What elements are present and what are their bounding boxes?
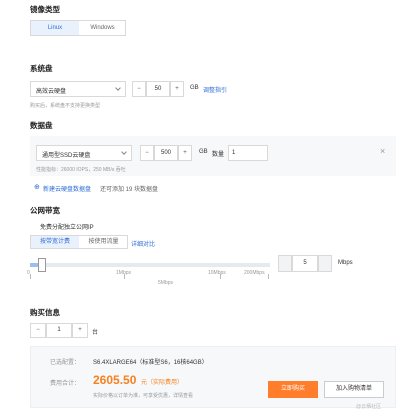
add-data-disk-note: 还可添加 19 块数据盘: [100, 187, 159, 193]
config-value: S6.4XLARGE64（标准型S6，16核64GB）: [93, 360, 208, 366]
bandwidth-minus-button[interactable]: [278, 255, 292, 272]
price-note: 实际价格以订单为准，可享受优惠，详情查看: [93, 393, 194, 399]
buy-now-button[interactable]: 立即购买: [268, 381, 318, 398]
data-disk-size-input[interactable]: 500: [154, 145, 178, 161]
purchase-heading: 购买信息: [30, 308, 60, 317]
config-label: 已选配置：: [50, 360, 81, 366]
system-disk-size-input[interactable]: 50: [146, 81, 170, 97]
bandwidth-unit: Mbps: [338, 260, 353, 266]
tab-traffic-billing[interactable]: 按使用流量: [79, 236, 128, 248]
total-price: 2605.50: [93, 373, 137, 387]
add-data-disk-link[interactable]: 新建云硬盘数据盘: [43, 184, 91, 193]
data-disk-qty-input[interactable]: 1: [228, 145, 268, 161]
data-disk-plus-button[interactable]: +: [178, 145, 192, 161]
data-disk-perf: 性能指标：26000 IOPS，250 MB/s 吞吐: [36, 167, 126, 173]
system-disk-plus-button[interactable]: +: [170, 81, 184, 97]
slider-label-0: 0: [27, 270, 30, 276]
data-disk-minus-button[interactable]: −: [140, 145, 154, 161]
slider-label-1: 1Mbps: [116, 270, 132, 276]
slider-handle[interactable]: [38, 258, 46, 272]
bandwidth-slider[interactable]: [30, 258, 270, 272]
quantity-input[interactable]: 1: [46, 323, 72, 338]
slider-label-5: 5Mbps: [158, 280, 174, 286]
slider-mark: [268, 274, 269, 279]
data-disk-type-value: 通用型SSD云硬盘: [42, 153, 91, 159]
add-circle-icon[interactable]: ⊕: [34, 183, 40, 191]
close-icon[interactable]: ×: [380, 146, 385, 156]
tab-windows[interactable]: Windows: [79, 21, 126, 35]
system-disk-type-value: 高效云硬盘: [36, 89, 67, 95]
slider-marks: [30, 274, 270, 280]
bandwidth-value-input[interactable]: 5: [292, 255, 318, 272]
data-disk-type-select[interactable]: 通用型SSD云硬盘: [36, 145, 132, 161]
slider-label-200: 200Mbps: [244, 270, 265, 276]
watermark: @云栖社区: [356, 404, 382, 410]
image-type-tabs: Linux Windows: [30, 20, 126, 36]
bandwidth-plus-button[interactable]: [318, 255, 332, 272]
chevron-down-icon: [115, 85, 121, 91]
public-ip-label: 免费分配独立公网IP: [40, 225, 94, 231]
price-unit: 元（实际费用）: [141, 380, 184, 386]
quantity-minus-button[interactable]: −: [30, 323, 46, 338]
billing-tabs: 按带宽计费 按使用流量: [30, 235, 128, 249]
bandwidth-heading: 公网带宽: [30, 206, 60, 215]
cost-label: 费用合计：: [50, 381, 81, 387]
system-disk-hint: 购买后，系统盘不支持更换类型: [30, 103, 101, 109]
order-summary-panel: [30, 346, 396, 408]
add-to-cart-button[interactable]: 加入购物清单: [324, 381, 384, 398]
data-disk-unit: GB: [199, 149, 208, 155]
image-type-heading: 镜像类型: [30, 5, 60, 14]
chevron-down-icon: [121, 149, 127, 155]
system-disk-heading: 系统盘: [30, 64, 53, 73]
system-disk-guide-link[interactable]: 调整指引: [203, 85, 227, 94]
tab-linux[interactable]: Linux: [31, 21, 79, 35]
slider-label-10: 10Mbps: [208, 270, 226, 276]
slider-track: [30, 263, 270, 267]
quantity-plus-button[interactable]: +: [72, 323, 88, 338]
data-disk-heading: 数据盘: [30, 121, 53, 130]
quantity-unit: 台: [92, 330, 99, 336]
tab-bandwidth-billing[interactable]: 按带宽计费: [31, 236, 79, 248]
data-disk-qty-label: 数量: [212, 152, 225, 158]
system-disk-unit: GB: [190, 85, 199, 91]
system-disk-type-select[interactable]: 高效云硬盘: [30, 81, 126, 97]
slider-mark: [30, 274, 31, 279]
system-disk-minus-button[interactable]: −: [132, 81, 146, 97]
compare-link[interactable]: 详细对比: [131, 239, 155, 248]
